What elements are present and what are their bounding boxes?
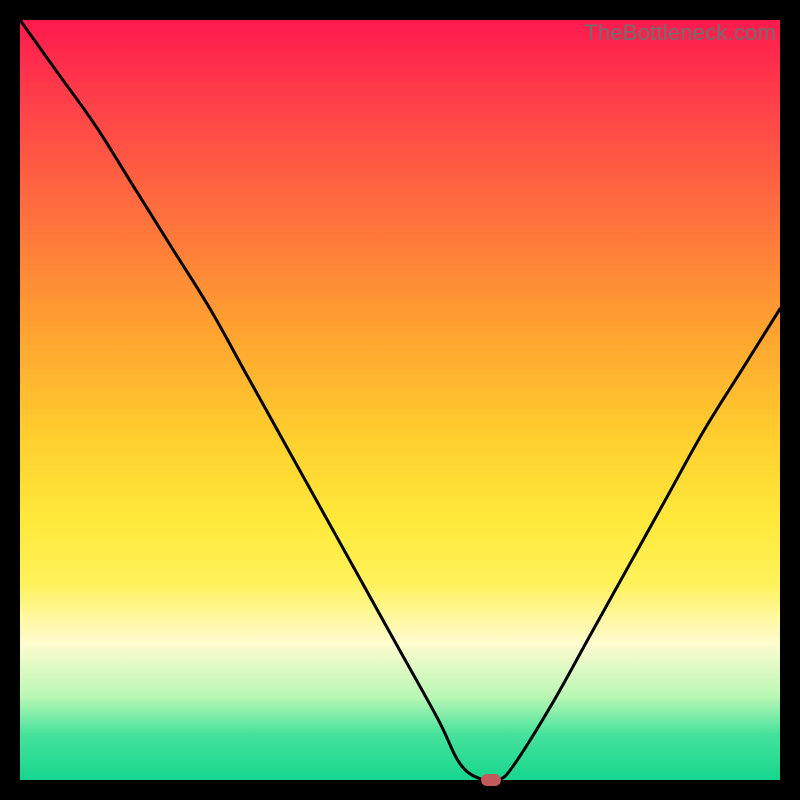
minimum-marker [481,774,501,786]
chart-plot-area: TheBottleneck.com [20,20,780,780]
chart-frame: TheBottleneck.com [0,0,800,800]
bottleneck-curve [20,20,780,780]
